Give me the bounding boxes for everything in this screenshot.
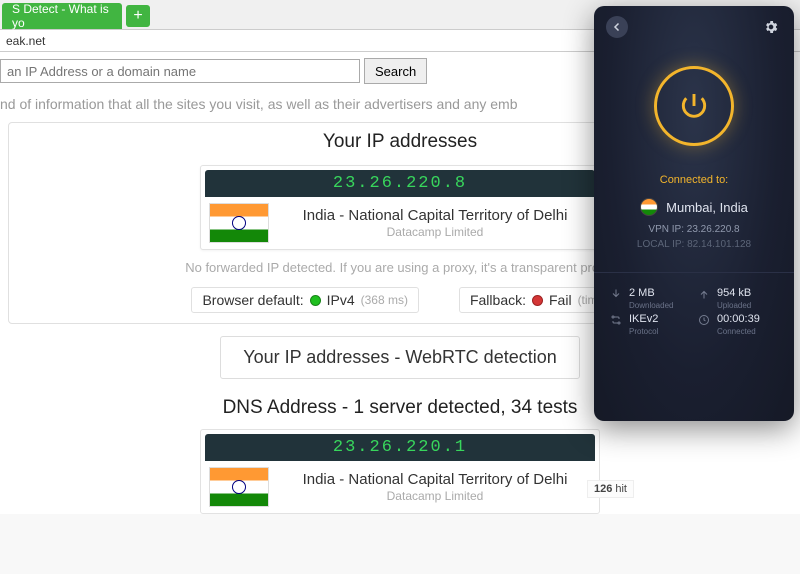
ip-location: India - National Capital Territory of De… bbox=[279, 207, 591, 225]
time-value: 00:00:39 bbox=[717, 313, 760, 327]
vpn-location-row[interactable]: Mumbai, India bbox=[594, 198, 794, 216]
status-dot-green-icon bbox=[310, 295, 321, 306]
flag-india-icon bbox=[209, 203, 269, 243]
stat-protocol: IKEv2 Protocol bbox=[610, 313, 690, 337]
dns-card: 23.26.220.1 India - National Capital Ter… bbox=[200, 429, 600, 514]
proto-value: IKEv2 bbox=[629, 313, 658, 327]
settings-button[interactable] bbox=[760, 16, 782, 38]
back-button[interactable] bbox=[606, 16, 628, 38]
flag-india-icon bbox=[209, 467, 269, 507]
hit-count: 126 bbox=[594, 483, 612, 495]
ipv4-latency: (368 ms) bbox=[361, 293, 408, 307]
local-ip-value: 82.14.101.128 bbox=[687, 239, 751, 250]
up-value: 954 kB bbox=[717, 287, 751, 301]
dns-location: India - National Capital Territory of De… bbox=[279, 471, 591, 489]
time-label: Connected bbox=[717, 327, 760, 337]
fallback-label: Fallback: bbox=[470, 292, 526, 308]
browser-default-label: Browser default: bbox=[202, 292, 303, 308]
proto-label: Protocol bbox=[629, 327, 658, 337]
hit-label: hit bbox=[615, 483, 627, 495]
ipv4-label: IPv4 bbox=[327, 292, 355, 308]
flag-india-icon bbox=[640, 198, 658, 216]
connected-label: Connected to: bbox=[594, 174, 794, 186]
hit-badge: 126 hit bbox=[587, 480, 634, 498]
vpn-stats: 2 MB Downloaded 954 kB Uploaded IKEv2 Pr… bbox=[594, 272, 794, 349]
power-toggle[interactable] bbox=[654, 66, 734, 146]
stat-uploaded: 954 kB Uploaded bbox=[698, 287, 778, 311]
stat-time: 00:00:39 Connected bbox=[698, 313, 778, 337]
dns-ip-value: 23.26.220.1 bbox=[205, 434, 595, 461]
stat-downloaded: 2 MB Downloaded bbox=[610, 287, 690, 311]
dns-provider: Datacamp Limited bbox=[279, 489, 591, 503]
up-label: Uploaded bbox=[717, 301, 751, 311]
vpn-location: Mumbai, India bbox=[666, 200, 748, 215]
vpn-panel: Connected to: Mumbai, India VPN IP: 23.2… bbox=[594, 6, 794, 421]
ip-provider: Datacamp Limited bbox=[279, 225, 591, 239]
vpn-ip-value: 23.26.220.8 bbox=[687, 224, 740, 235]
fallback-pill: Fallback: Fail (tim bbox=[459, 287, 609, 313]
vpn-ip-label: VPN IP: bbox=[648, 224, 684, 235]
down-label: Downloaded bbox=[629, 301, 673, 311]
vpn-ips: VPN IP: 23.26.220.8 LOCAL IP: 82.14.101.… bbox=[594, 222, 794, 252]
local-ip-label: LOCAL IP: bbox=[637, 239, 684, 250]
status-dot-red-icon bbox=[532, 295, 543, 306]
new-tab-button[interactable]: + bbox=[126, 5, 150, 27]
webrtc-button[interactable]: Your IP addresses - WebRTC detection bbox=[220, 336, 580, 379]
browser-tab[interactable]: S Detect - What is yo bbox=[2, 3, 122, 29]
search-button[interactable]: Search bbox=[364, 58, 427, 84]
url-text: eak.net bbox=[6, 34, 45, 48]
browser-default-pill: Browser default: IPv4 (368 ms) bbox=[191, 287, 419, 313]
down-value: 2 MB bbox=[629, 287, 673, 301]
search-input[interactable] bbox=[0, 59, 360, 83]
tab-title: S Detect - What is yo bbox=[12, 2, 112, 30]
ip-card: 23.26.220.8 India - National Capital Ter… bbox=[200, 165, 600, 250]
ip-value: 23.26.220.8 bbox=[205, 170, 595, 197]
fail-label: Fail bbox=[549, 292, 572, 308]
